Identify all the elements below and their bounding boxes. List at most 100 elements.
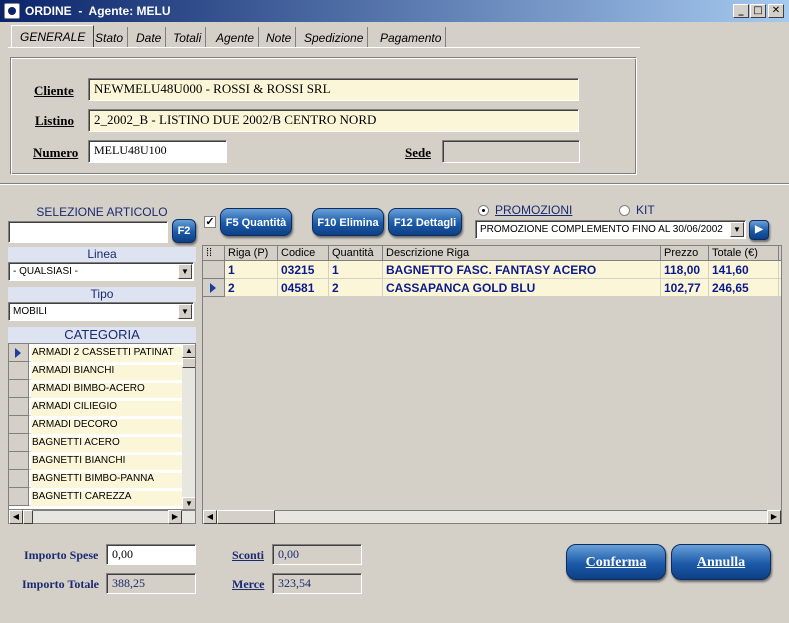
tab-generale[interactable]: GENERALE	[11, 25, 95, 48]
table-cell[interactable]: :	[779, 261, 781, 279]
cliente-label: Cliente	[34, 83, 74, 98]
list-item[interactable]: BAGNETTI CAREZZA	[9, 488, 182, 506]
scroll-right-icon[interactable]: ▶	[168, 510, 182, 524]
scroll-down-icon[interactable]: ▼	[182, 497, 195, 509]
tab-stato[interactable]: Stato	[91, 27, 129, 48]
list-item[interactable]: ARMADI BIMBO-ACERO	[9, 380, 182, 398]
grid-corner: ⁞⁞	[203, 246, 225, 261]
table-cell[interactable]: 246,65	[709, 279, 779, 297]
table-cell[interactable]: 118,00	[661, 261, 709, 279]
horizontal-scrollbar[interactable]: ◀ ▶	[8, 510, 196, 524]
current-row-arrow-icon	[210, 283, 216, 293]
promo-kit-radio-group: PROMOZIONI KIT	[475, 203, 746, 219]
sconti-field: 0,00	[272, 544, 362, 565]
selezione-articolo-label: SELEZIONE ARTICOLO	[36, 205, 168, 219]
table-cell[interactable]: ·	[779, 279, 781, 297]
table-cell[interactable]: 04581	[278, 279, 329, 297]
list-item[interactable]: BAGNETTI BIANCHI	[9, 452, 182, 470]
play-button[interactable]: ▶	[749, 220, 769, 240]
promozioni-label[interactable]: PROMOZIONI	[495, 203, 572, 217]
column-header-totale[interactable]: Totale (€)	[709, 246, 779, 261]
minimize-button[interactable]: _	[733, 4, 749, 18]
table-cell[interactable]: 1	[329, 261, 383, 279]
linea-select[interactable]: - QUALSIASI - ▼	[8, 262, 194, 281]
chevron-down-icon[interactable]: ▼	[178, 304, 192, 319]
tab-pagamento[interactable]: Pagamento	[376, 27, 447, 48]
close-button[interactable]: ✕	[768, 4, 784, 18]
column-header-extra	[779, 246, 781, 261]
promo-select[interactable]: PROMOZIONE COMPLEMENTO FINO AL 30/06/200…	[475, 220, 746, 239]
promozioni-radio[interactable]	[478, 205, 489, 216]
scroll-left-icon[interactable]: ◀	[9, 510, 23, 524]
tipo-value: MOBILI	[13, 306, 47, 317]
linea-value: - QUALSIASI -	[13, 266, 79, 277]
column-header-quantita[interactable]: Quantità	[329, 246, 383, 261]
row-indicator	[9, 344, 29, 362]
list-item[interactable]: ARMADI DECORO	[9, 416, 182, 434]
table-cell[interactable]: CASSAPANCA GOLD BLU	[383, 279, 661, 297]
f5-quantita-button[interactable]: F5 Quantità	[220, 208, 292, 236]
f2-button[interactable]: F2	[172, 219, 196, 243]
row-indicator[interactable]	[203, 261, 225, 279]
categoria-list[interactable]: ARMADI 2 CASSETTI PATINAT ARMADI BIANCHI…	[8, 343, 196, 510]
conferma-button[interactable]: Conferma	[566, 544, 666, 580]
list-item[interactable]: ARMADI CILIEGIO	[9, 398, 182, 416]
table-cell[interactable]: 2	[225, 279, 278, 297]
column-header-descrizione[interactable]: Descrizione Riga	[383, 246, 661, 261]
categoria-label: CATEGORIA	[8, 327, 196, 343]
scroll-up-icon[interactable]: ▲	[182, 344, 195, 358]
scroll-thumb[interactable]	[23, 510, 33, 524]
f5-checkbox[interactable]: ✓	[204, 216, 216, 228]
annulla-button[interactable]: Annulla	[671, 544, 771, 580]
scroll-thumb[interactable]	[217, 510, 275, 524]
column-header-riga[interactable]: Riga (P)	[225, 246, 278, 261]
list-item[interactable]: BAGNETTI ACERO	[9, 434, 182, 452]
sconti-label: Sconti	[232, 548, 265, 562]
chevron-down-icon[interactable]: ▼	[178, 264, 192, 279]
tab-totali[interactable]: Totali	[169, 27, 207, 48]
sede-field[interactable]	[442, 140, 580, 163]
row-indicator[interactable]	[203, 279, 225, 297]
list-item[interactable]: ARMADI 2 CASSETTI PATINAT	[9, 344, 182, 362]
numero-field[interactable]: MELU48U100	[88, 140, 227, 163]
importo-spese-field[interactable]: 0,00	[106, 544, 196, 565]
maximize-button[interactable]: □	[750, 4, 766, 18]
f10-elimina-button[interactable]: F10 Elimina	[312, 208, 384, 236]
table-cell[interactable]: 2	[329, 279, 383, 297]
current-row-arrow-icon	[15, 348, 21, 358]
numero-label: Numero	[33, 145, 79, 160]
table-cell[interactable]: BAGNETTO FASC. FANTASY ACERO	[383, 261, 661, 279]
listino-field[interactable]: 2_2002_B - LISTINO DUE 2002/B CENTRO NOR…	[88, 109, 579, 132]
order-lines-grid[interactable]: ⁞⁞ Riga (P) Codice Quantità Descrizione …	[202, 245, 782, 513]
selezione-articolo-input[interactable]	[8, 221, 168, 243]
kit-label[interactable]: KIT	[636, 203, 655, 217]
play-icon: ▶	[755, 224, 763, 235]
tipo-select[interactable]: MOBILI ▼	[8, 302, 194, 321]
scroll-thumb[interactable]	[182, 358, 195, 368]
tab-spedizione[interactable]: Spedizione	[300, 27, 369, 48]
promo-value: PROMOZIONE COMPLEMENTO FINO AL 30/06/200…	[480, 224, 723, 235]
cliente-field[interactable]: NEWMELU48U000 - ROSSI & ROSSI SRL	[88, 78, 579, 101]
chevron-down-icon[interactable]: ▼	[730, 222, 744, 237]
scroll-left-icon[interactable]: ◀	[203, 510, 217, 524]
kit-radio[interactable]	[619, 205, 630, 216]
app-icon	[4, 3, 20, 19]
column-header-prezzo[interactable]: Prezzo	[661, 246, 709, 261]
listino-label: Listino	[35, 113, 75, 128]
column-header-codice[interactable]: Codice	[278, 246, 329, 261]
tab-note[interactable]: Note	[262, 27, 297, 48]
scroll-right-icon[interactable]: ▶	[767, 510, 781, 524]
table-cell[interactable]: 03215	[278, 261, 329, 279]
table-cell[interactable]: 1	[225, 261, 278, 279]
vertical-scrollbar[interactable]: ▲ ▼	[182, 344, 195, 509]
title-bar: ORDINE - Agente: MELU _ □ ✕	[0, 0, 789, 22]
table-cell[interactable]: 102,77	[661, 279, 709, 297]
table-cell[interactable]: 141,60	[709, 261, 779, 279]
grid-horizontal-scrollbar[interactable]: ◀ ▶	[202, 510, 782, 524]
tab-agente[interactable]: Agente	[212, 27, 260, 48]
list-item[interactable]: ARMADI BIANCHI	[9, 362, 182, 380]
f12-dettagli-button[interactable]: F12 Dettagli	[388, 208, 462, 236]
importo-totale-field: 388,25	[106, 573, 196, 594]
tab-date[interactable]: Date	[132, 27, 167, 48]
list-item[interactable]: BAGNETTI BIMBO-PANNA	[9, 470, 182, 488]
